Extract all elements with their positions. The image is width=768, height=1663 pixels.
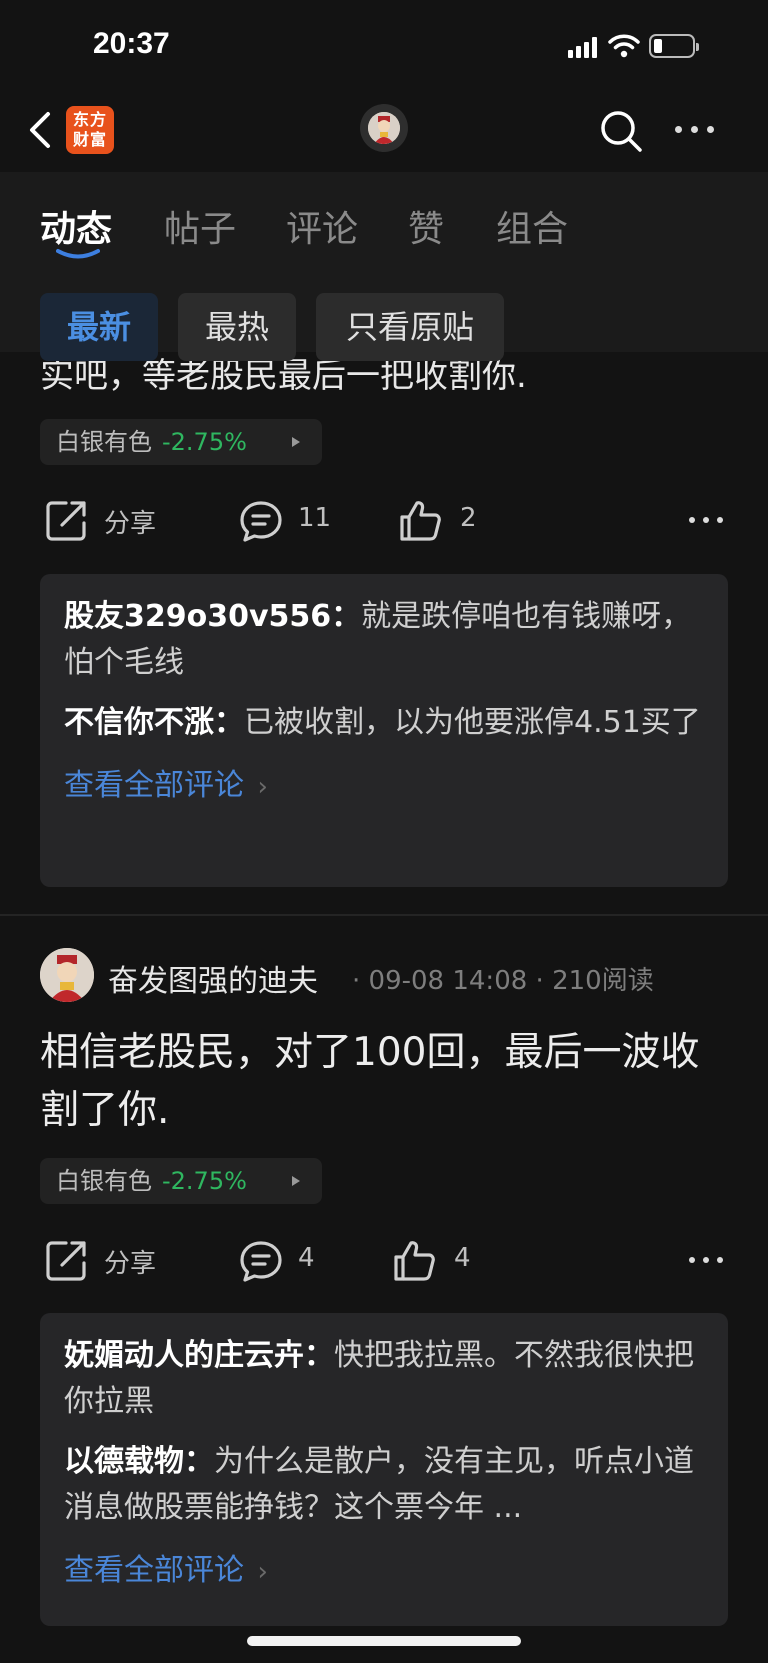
tab-likes[interactable]: 赞 bbox=[408, 200, 444, 252]
filter-original-only[interactable]: 只看原贴 bbox=[316, 293, 504, 361]
author-name[interactable]: 奋发图强的迪夫 bbox=[108, 956, 318, 1000]
post-actions: 分享 4 4 bbox=[0, 1231, 768, 1291]
top-nav: 东方 财富 bbox=[0, 90, 768, 172]
stock-name: 白银有色 bbox=[56, 428, 152, 456]
tab-comments[interactable]: 评论 bbox=[286, 200, 358, 252]
share-icon bbox=[46, 1241, 86, 1281]
avatar-figure-icon bbox=[368, 112, 400, 144]
comment-author[interactable]: 妩媚动人的庄云卉： bbox=[64, 1338, 334, 1373]
comment-button[interactable]: 4 bbox=[238, 1231, 348, 1291]
comment-author[interactable]: 股友329o30v556： bbox=[64, 599, 361, 634]
stock-name: 白银有色 bbox=[56, 1167, 152, 1195]
comment-item: 股友329o30v556：就是跌停咱也有钱赚呀，怕个毛线 bbox=[64, 594, 704, 686]
comment-icon bbox=[240, 1241, 282, 1282]
battery-icon bbox=[649, 34, 699, 58]
stock-change: -2.75% bbox=[162, 1167, 247, 1195]
thumbs-up-icon bbox=[394, 1241, 435, 1281]
comment-icon bbox=[240, 501, 282, 542]
author-avatar[interactable] bbox=[40, 948, 94, 1002]
more-options-icon[interactable] bbox=[675, 126, 715, 136]
view-all-comments-link[interactable]: 查看全部评论 › bbox=[64, 760, 704, 804]
comments-preview[interactable]: 股友329o30v556：就是跌停咱也有钱赚呀，怕个毛线 不信你不涨：已被收割，… bbox=[40, 574, 728, 887]
thumbs-up-icon bbox=[400, 501, 441, 541]
post-body[interactable]: 相信老股民，对了100回，最后一波收割了你. bbox=[40, 1024, 730, 1140]
filter-latest[interactable]: 最新 bbox=[40, 293, 158, 361]
view-all-comments-link[interactable]: 查看全部评论 › bbox=[64, 1545, 704, 1589]
active-tab-indicator bbox=[56, 249, 100, 259]
post-actions: 分享 11 2 bbox=[0, 491, 768, 551]
comment-item: 以德载物：为什么是散户，没有主见，听点小道消息做股票能挣钱？这个票今年 ... bbox=[64, 1439, 704, 1531]
stock-tag[interactable]: 白银有色 -2.75% bbox=[40, 1158, 322, 1204]
avatar-figure-icon bbox=[40, 948, 94, 1002]
comment-button[interactable]: 11 bbox=[238, 491, 348, 551]
chevron-right-icon: › bbox=[257, 1557, 268, 1587]
post-divider bbox=[0, 914, 768, 916]
status-time: 20:37 bbox=[93, 27, 170, 60]
post-meta: · 09-08 14:08 · 210阅读 bbox=[352, 966, 654, 996]
comment-author[interactable]: 以德载物： bbox=[64, 1444, 214, 1479]
back-icon[interactable] bbox=[26, 110, 56, 150]
play-arrow-icon bbox=[292, 1176, 300, 1186]
comment-item: 妩媚动人的庄云卉：快把我拉黑。不然我很快把你拉黑 bbox=[64, 1333, 704, 1425]
search-icon[interactable] bbox=[598, 108, 644, 154]
filter-hot[interactable]: 最热 bbox=[178, 293, 296, 361]
tab-posts[interactable]: 帖子 bbox=[164, 200, 236, 252]
comment-text: 已被收割，以为他要涨停4.51买了 bbox=[244, 705, 701, 740]
home-indicator bbox=[247, 1636, 521, 1646]
wifi-icon bbox=[608, 34, 640, 58]
user-avatar[interactable] bbox=[360, 104, 408, 152]
stock-change: -2.75% bbox=[162, 428, 247, 456]
comments-preview[interactable]: 妩媚动人的庄云卉：快把我拉黑。不然我很快把你拉黑 以德载物：为什么是散户，没有主… bbox=[40, 1313, 728, 1626]
comment-author[interactable]: 不信你不涨： bbox=[64, 705, 244, 740]
share-button[interactable]: 分享 bbox=[44, 1231, 174, 1291]
status-bar: 20:37 bbox=[0, 0, 768, 90]
chevron-right-icon: › bbox=[257, 772, 268, 802]
tab-dynamic[interactable]: 动态 bbox=[40, 200, 112, 252]
eastmoney-logo: 东方 财富 bbox=[66, 106, 114, 154]
signal-icon bbox=[568, 36, 598, 58]
post-more-icon[interactable] bbox=[689, 517, 723, 525]
post-more-icon[interactable] bbox=[689, 1257, 723, 1265]
post-header: 奋发图强的迪夫 · 09-08 14:08 · 210阅读 bbox=[40, 946, 740, 1002]
stock-tag[interactable]: 白银有色 -2.75% bbox=[40, 419, 322, 465]
play-arrow-icon bbox=[292, 437, 300, 447]
like-button[interactable]: 4 bbox=[392, 1231, 502, 1291]
share-button[interactable]: 分享 bbox=[44, 491, 174, 551]
like-button[interactable]: 2 bbox=[398, 491, 508, 551]
tab-portfolio[interactable]: 组合 bbox=[496, 200, 568, 252]
share-icon bbox=[46, 501, 86, 541]
comment-item: 不信你不涨：已被收割，以为他要涨停4.51买了 bbox=[64, 700, 704, 746]
